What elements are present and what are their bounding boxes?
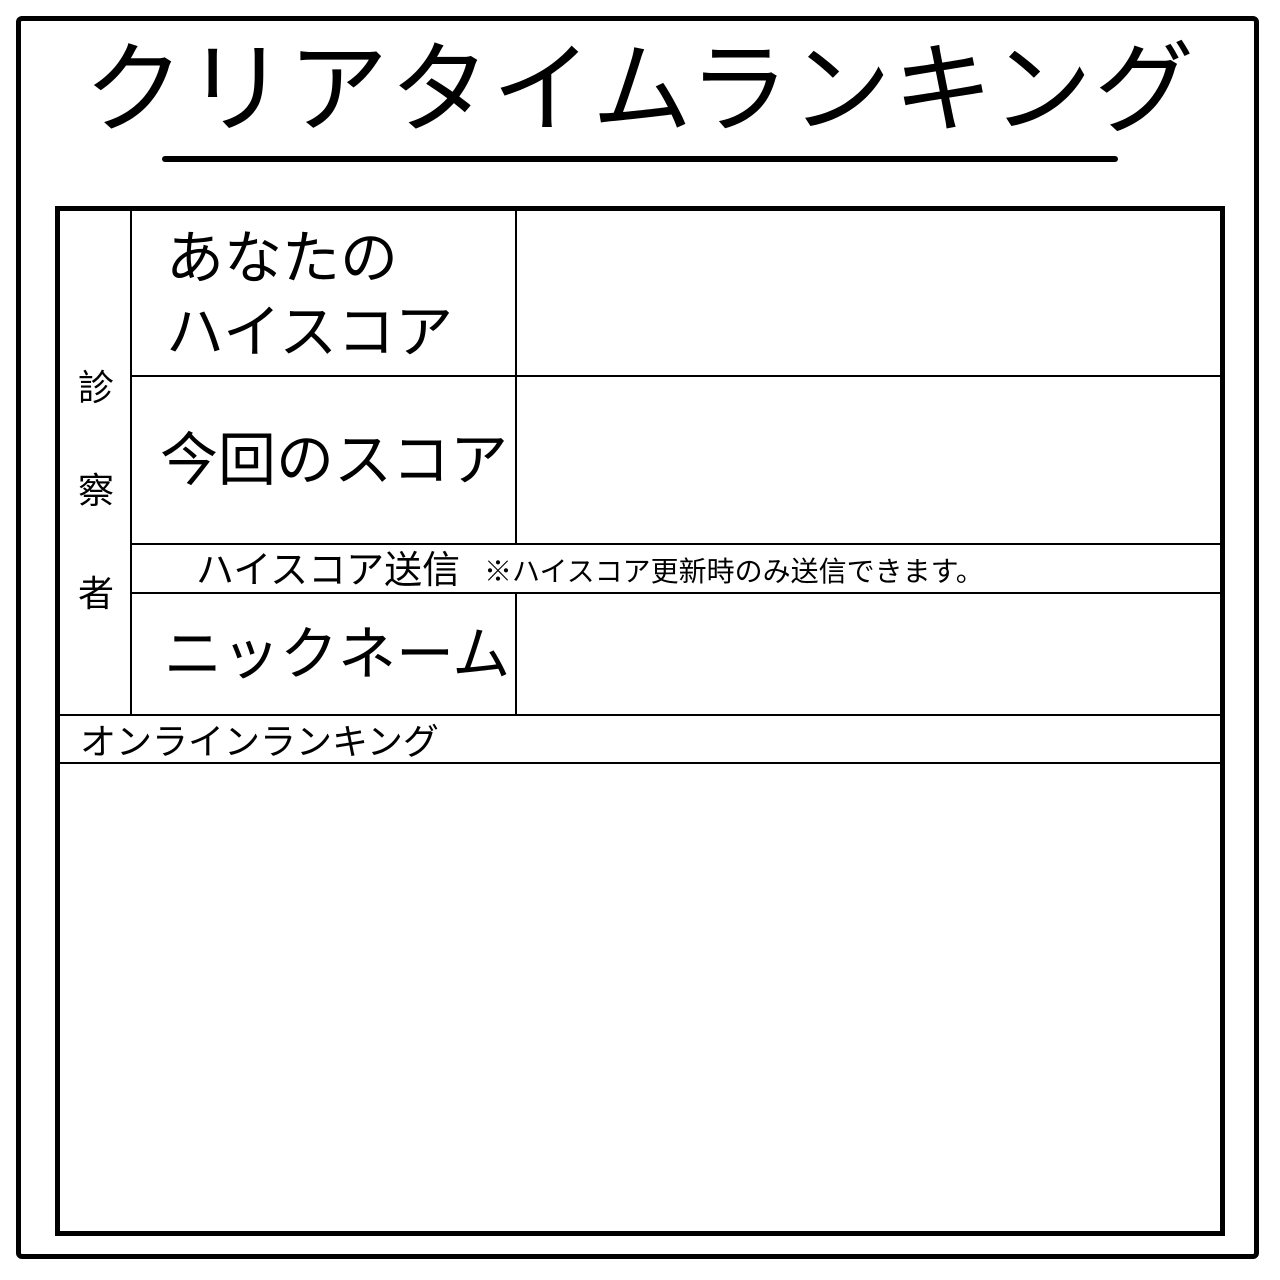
row-divider-1: [130, 375, 1220, 377]
side-label-char: 者: [77, 574, 114, 615]
side-label-char: 察: [77, 471, 114, 512]
label-value-divider: [515, 211, 517, 543]
side-label-examiner: 診 察 者: [74, 337, 118, 646]
nickname-input[interactable]: [522, 601, 1220, 717]
current-score-label: 今回のスコア: [160, 426, 509, 494]
score-panel: 診 察 者 あなたの ハイスコア 今回のスコア ハイスコア送信 ※ハイスコア更新…: [55, 206, 1225, 1236]
side-label-char: 診: [77, 368, 114, 409]
title-underline: [162, 156, 1118, 162]
send-note: ※ハイスコア更新時のみ送信できます。: [484, 555, 984, 588]
online-ranking-list[interactable]: [60, 767, 1220, 1231]
page-title: クリアタイムランキング: [84, 31, 1196, 148]
high-score-label-line1: あなたの: [166, 224, 399, 292]
nickname-label: ニックネーム: [164, 620, 511, 688]
high-score-label-line2: ハイスコア: [166, 298, 454, 366]
high-score-label: あなたの ハイスコア: [166, 221, 453, 369]
side-column-divider: [130, 211, 132, 714]
label-value-divider-nickname: [515, 592, 517, 714]
send-high-score-button[interactable]: ハイスコア送信: [196, 545, 460, 595]
online-ranking-label: オンラインランキング: [80, 722, 439, 763]
